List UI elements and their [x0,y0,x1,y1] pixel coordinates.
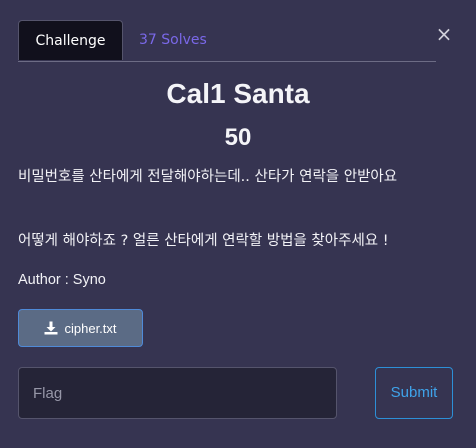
challenge-value: 50 [224,124,252,151]
download-file-button[interactable]: cipher.txt [18,309,143,347]
challenge-modal: Challenge 37 Solves × Cal1 Santa 50 비밀번호… [0,0,476,448]
challenge-tabs: Challenge 37 Solves [18,20,436,62]
tab-solves[interactable]: 37 Solves [123,20,223,60]
challenge-description-line1: 비밀번호를 산타에게 전달해야하는데.. 산타가 연락을 안받아요 [18,169,398,185]
file-name: cipher.txt [64,320,117,336]
tab-challenge[interactable]: Challenge [18,20,123,60]
submit-button[interactable]: Submit [375,367,453,419]
flag-input[interactable] [18,367,337,419]
close-icon[interactable]: × [434,22,454,46]
challenge-author: Author : Syno [18,272,106,288]
download-icon [44,321,58,335]
challenge-description-line2: 어떻게 해야하죠 ? 얼른 산타에게 연락할 방법을 찾아주세요 ! [18,233,389,249]
challenge-name: Cal1 Santa [166,78,310,109]
